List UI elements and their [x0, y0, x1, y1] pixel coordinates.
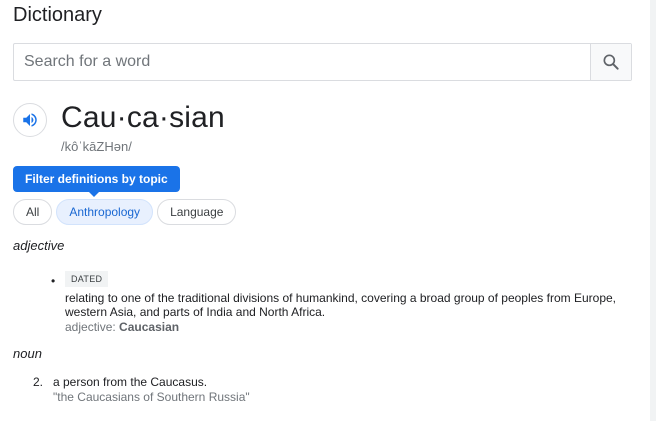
- part-of-speech-noun: noun: [13, 346, 42, 361]
- filter-tooltip: Filter definitions by topic: [13, 166, 180, 197]
- search-input[interactable]: [14, 44, 590, 80]
- definition-text: relating to one of the traditional divis…: [65, 291, 617, 319]
- related-prefix: adjective:: [65, 320, 116, 334]
- part-of-speech-adjective: adjective: [13, 238, 65, 253]
- related-form: adjective: Caucasian: [65, 320, 179, 334]
- page-title: Dictionary: [13, 4, 102, 26]
- phonetic-transcription: /kôˈkāZHən/: [61, 139, 132, 154]
- definition-text-noun: a person from the Caucasus.: [53, 375, 208, 389]
- chip-all[interactable]: All: [13, 199, 53, 225]
- search-box: [13, 43, 632, 81]
- example-sentence: "the Caucasians of Southern Russia": [53, 390, 250, 404]
- related-word: Caucasian: [119, 320, 180, 334]
- bullet: •: [51, 274, 56, 288]
- usage-tag: DATED: [65, 271, 109, 287]
- headword: Cau·ca·sian: [61, 101, 225, 134]
- speaker-icon: [23, 113, 37, 127]
- scrollbar-track: [650, 0, 656, 421]
- chip-language[interactable]: Language: [157, 199, 237, 225]
- search-icon: [603, 54, 619, 70]
- pronounce-button[interactable]: [13, 103, 47, 137]
- chip-anthropology[interactable]: Anthropology: [56, 199, 154, 225]
- sense-number: 2.: [33, 375, 44, 389]
- search-button[interactable]: [590, 44, 631, 80]
- topic-chips: All Anthropology Language: [13, 199, 237, 225]
